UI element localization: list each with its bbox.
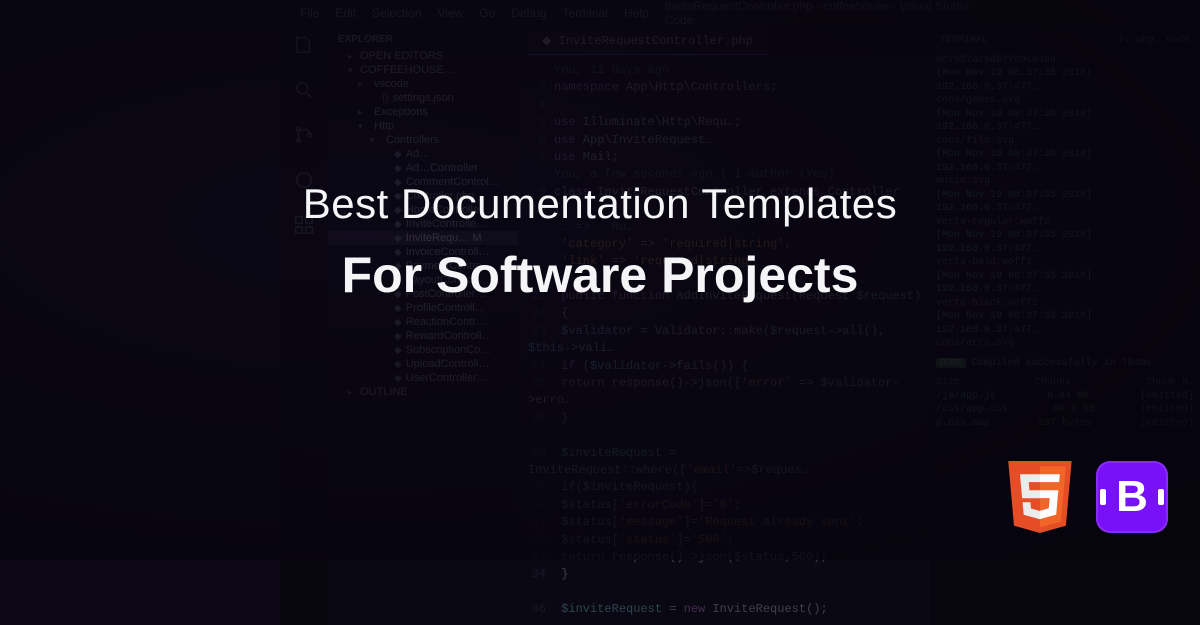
code-line — [528, 584, 930, 601]
hero-line1: Best Documentation Templates — [0, 180, 1200, 228]
logo-row: B — [1004, 456, 1168, 538]
bootstrap-letter: B — [1116, 472, 1148, 522]
html5-logo — [1004, 456, 1076, 538]
code-line: 36 $inviteRequest = new InviteRequest(); — [528, 601, 930, 618]
hero-text: Best Documentation Templates For Softwar… — [0, 180, 1200, 304]
hero-line2: For Software Projects — [0, 246, 1200, 304]
bootstrap-logo: B — [1096, 461, 1168, 533]
code-line: 34 } — [528, 566, 930, 583]
